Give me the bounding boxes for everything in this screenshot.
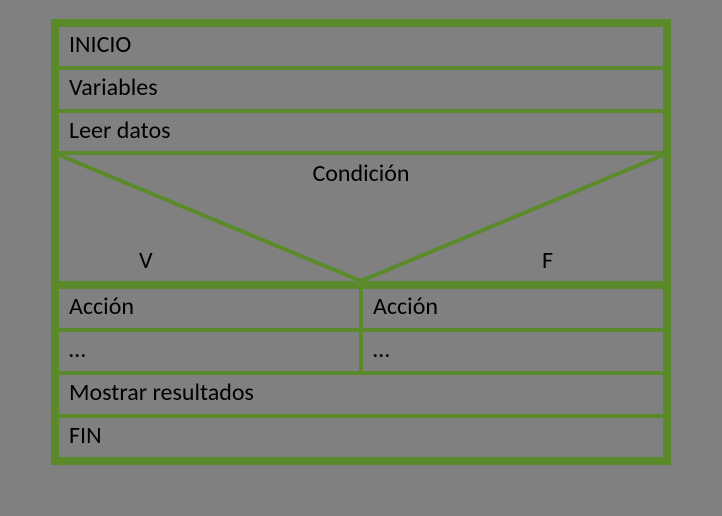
row-leer-datos: Leer datos	[55, 109, 667, 156]
branch-row-2: … …	[55, 328, 667, 375]
row-fin: FIN	[55, 414, 667, 461]
row-leer-label: Leer datos	[69, 116, 171, 145]
condition-true-label: V	[139, 246, 153, 275]
row-mostrar-label: Mostrar resultados	[69, 378, 254, 407]
condition-block: Condición V F	[55, 151, 667, 285]
branch-true-accion-label: Acción	[69, 292, 134, 321]
row-variables: Variables	[55, 66, 667, 113]
nassi-shneiderman-diagram: INICIO Variables Leer datos Condición V …	[51, 19, 671, 465]
row-fin-label: FIN	[69, 421, 102, 450]
branch-false-etc-label: …	[373, 335, 390, 364]
condition-label: Condición	[59, 159, 663, 188]
branch-true-etc: …	[55, 328, 363, 375]
row-inicio-label: INICIO	[69, 30, 131, 59]
branch-false-accion-label: Acción	[373, 292, 438, 321]
branch-false-accion: Acción	[359, 285, 667, 332]
branch-false-etc: …	[359, 328, 667, 375]
branch-true-accion: Acción	[55, 285, 363, 332]
branch-row-1: Acción Acción	[55, 285, 667, 332]
row-variables-label: Variables	[69, 73, 158, 102]
row-mostrar: Mostrar resultados	[55, 371, 667, 418]
row-inicio: INICIO	[55, 23, 667, 70]
branch-true-etc-label: …	[69, 335, 86, 364]
condition-false-label: F	[542, 246, 553, 275]
